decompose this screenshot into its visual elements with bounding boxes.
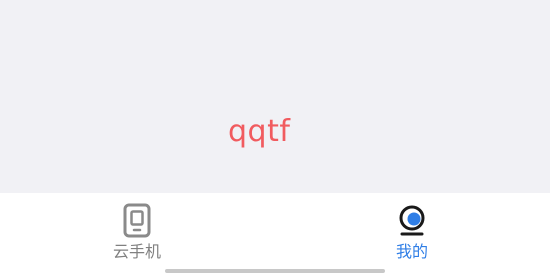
- tab-me[interactable]: 我的: [357, 193, 467, 263]
- watermark-text: qqtf: [228, 114, 291, 149]
- content-area: qqtf: [0, 0, 550, 193]
- home-indicator[interactable]: [165, 269, 385, 273]
- tab-me-label: 我的: [395, 242, 428, 261]
- bottom-tab-bar: 云手机 我的: [0, 193, 550, 275]
- phone-icon: [122, 203, 152, 239]
- tab-cloud-phone[interactable]: 云手机: [82, 193, 192, 263]
- profile-icon: [397, 203, 427, 239]
- tab-cloud-phone-label: 云手机: [112, 242, 161, 261]
